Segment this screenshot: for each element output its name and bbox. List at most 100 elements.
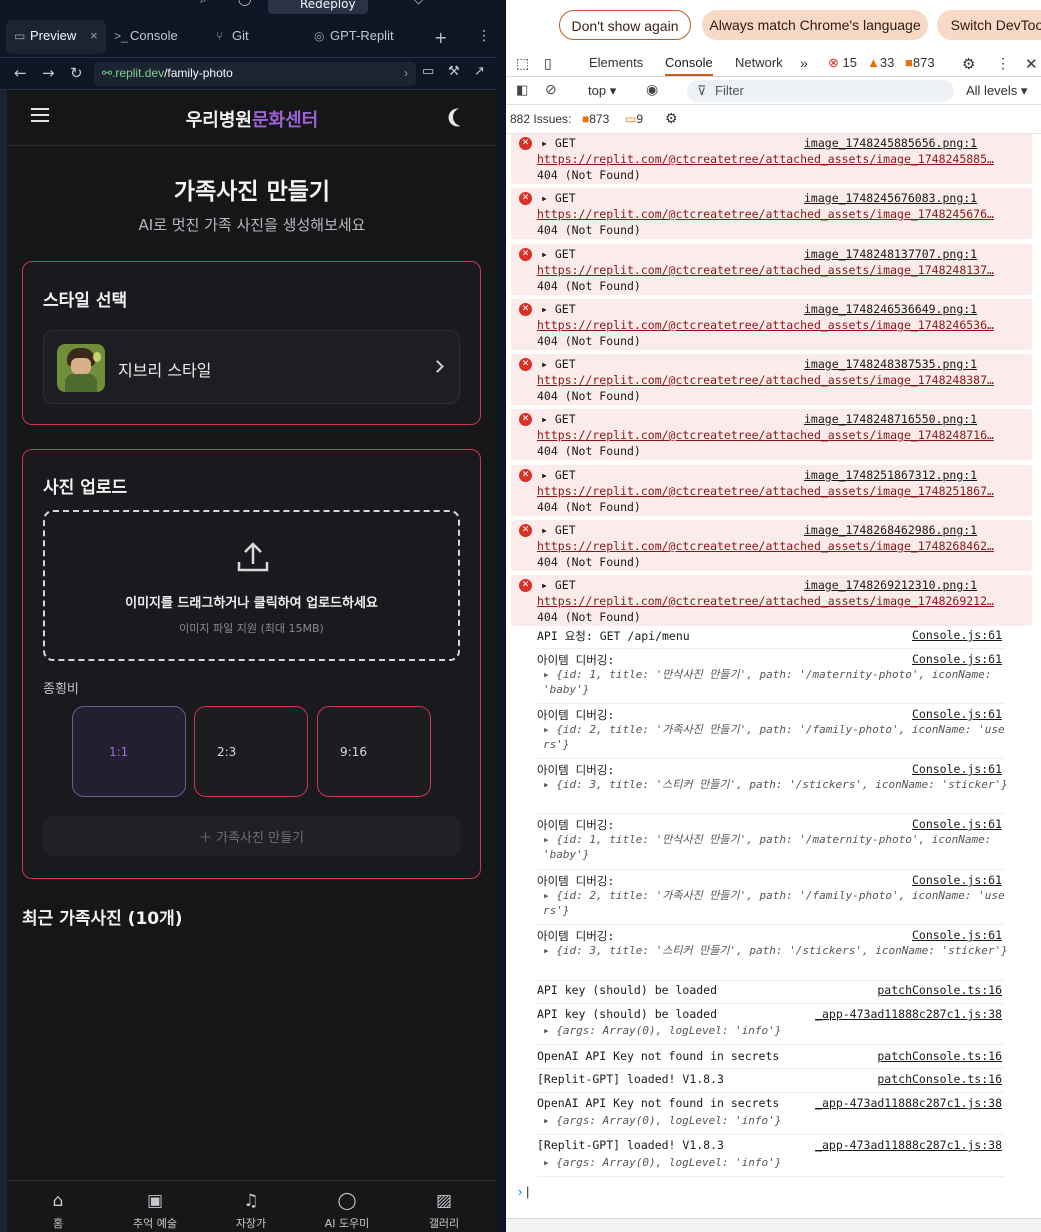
wrench-icon[interactable]: ⚒ bbox=[448, 64, 460, 79]
create-photo-button[interactable]: ＋ 가족사진 만들기 bbox=[43, 816, 460, 856]
log-object[interactable]: ▸ {args: Array(0), logLevel: 'info'} bbox=[543, 1155, 1011, 1170]
url-link[interactable]: https://replit.com/@ctcreatetree/attache… bbox=[537, 152, 1007, 166]
url-link[interactable]: https://replit.com/@ctcreatetree/attache… bbox=[537, 539, 1007, 553]
log-object[interactable]: ▸ {id: 2, title: '가족사진 만들기', path: '/fam… bbox=[543, 888, 1011, 918]
log-source[interactable]: Console.js:61 bbox=[912, 628, 1002, 642]
search-icon[interactable]: ⌕ bbox=[200, 0, 207, 7]
go-icon[interactable]: › bbox=[404, 66, 408, 80]
issues-count-b[interactable]: ▭9 bbox=[625, 112, 643, 126]
log-object[interactable]: ▸ {id: 3, title: '스티커 만들기', path: '/stic… bbox=[543, 943, 1011, 958]
get-toggle[interactable]: ▸ GET bbox=[541, 302, 576, 316]
log-object[interactable]: ▸ {id: 1, title: '만삭사진 만들기', path: '/mat… bbox=[543, 667, 1011, 697]
source-link[interactable]: image_1748248137707.png:1 bbox=[804, 247, 977, 261]
log-source[interactable]: _app-473ad11888c287c1.js:38 bbox=[815, 1007, 1002, 1021]
eye-icon[interactable]: ◉ bbox=[646, 81, 658, 98]
inspect-icon[interactable]: ⬚ bbox=[516, 55, 529, 72]
url-link[interactable]: https://replit.com/@ctcreatetree/attache… bbox=[537, 373, 1007, 387]
tab-preview[interactable]: ▭ Preview × bbox=[6, 20, 106, 54]
source-link[interactable]: image_1748245885656.png:1 bbox=[804, 136, 977, 150]
log-object[interactable]: ▸ {args: Array(0), logLevel: 'info'} bbox=[543, 1023, 1011, 1038]
source-link[interactable]: image_1748268462986.png:1 bbox=[804, 523, 977, 537]
get-toggle[interactable]: ▸ GET bbox=[541, 578, 576, 592]
log-object[interactable]: ▸ {id: 3, title: '스티커 만들기', path: '/stic… bbox=[543, 777, 1011, 792]
log-object[interactable]: ▸ {id: 2, title: '가족사진 만들기', path: '/fam… bbox=[543, 722, 1011, 752]
url-input[interactable]: ⚯.replit.dev/family-photo › bbox=[94, 62, 416, 86]
tab-elements[interactable]: Elements bbox=[589, 55, 643, 70]
external-link-icon[interactable]: ↗ bbox=[474, 64, 485, 79]
clear-console-icon[interactable]: ⊘ bbox=[545, 81, 557, 98]
get-toggle[interactable]: ▸ GET bbox=[541, 523, 576, 537]
issue-count[interactable]: ■873 bbox=[905, 55, 935, 70]
source-link[interactable]: image_1748245676083.png:1 bbox=[804, 191, 977, 205]
get-toggle[interactable]: ▸ GET bbox=[541, 191, 576, 205]
forward-icon[interactable]: → bbox=[42, 64, 55, 82]
console-prompt[interactable]: › | bbox=[518, 1184, 529, 1199]
tab-gpt-replit[interactable]: ◎ GPT-Replit bbox=[314, 20, 424, 54]
warning-count[interactable]: ▲33 bbox=[867, 55, 894, 70]
add-tab-icon[interactable]: + bbox=[434, 28, 447, 47]
back-icon[interactable]: ← bbox=[14, 64, 27, 82]
bell-icon[interactable]: ◇ bbox=[414, 0, 423, 6]
more-icon[interactable]: ⋮ bbox=[996, 55, 1010, 72]
log-source[interactable]: _app-473ad11888c287c1.js:38 bbox=[815, 1096, 1002, 1110]
nav-ai-assistant[interactable]: ◯ AI 도우미 bbox=[312, 1191, 382, 1231]
get-toggle[interactable]: ▸ GET bbox=[541, 468, 576, 482]
log-object[interactable]: ▸ {id: 1, title: '만삭사진 만들기', path: '/mat… bbox=[543, 832, 1011, 862]
nav-lullaby[interactable]: ♫ 자장가 bbox=[216, 1191, 286, 1231]
always-match-button[interactable]: Always match Chrome's language bbox=[702, 10, 928, 40]
nav-memory-art[interactable]: ▣ 추억 예술 bbox=[120, 1191, 190, 1231]
more-icon[interactable]: ⋮ bbox=[477, 28, 491, 44]
source-link[interactable]: image_1748248716550.png:1 bbox=[804, 412, 977, 426]
url-link[interactable]: https://replit.com/@ctcreatetree/attache… bbox=[537, 594, 1007, 608]
url-link[interactable]: https://replit.com/@ctcreatetree/attache… bbox=[537, 318, 1007, 332]
devices-icon[interactable]: ▭ bbox=[422, 64, 434, 79]
settings-icon[interactable]: ⚙ bbox=[962, 55, 975, 73]
user-icon[interactable]: ◯ bbox=[238, 0, 251, 6]
reload-icon[interactable]: ↻ bbox=[70, 64, 83, 82]
source-link[interactable]: image_1748248387535.png:1 bbox=[804, 357, 977, 371]
tab-console[interactable]: Console bbox=[665, 55, 713, 76]
upload-dropzone[interactable]: 이미지를 드래그하거나 클릭하여 업로드하세요 이미지 파일 지원 (최대 15… bbox=[43, 510, 460, 661]
panel-splitter[interactable] bbox=[497, 0, 506, 1232]
tab-console[interactable]: >_ Console bbox=[114, 20, 204, 54]
log-source[interactable]: Console.js:61 bbox=[912, 707, 1002, 721]
log-source[interactable]: Console.js:61 bbox=[912, 762, 1002, 776]
log-source[interactable]: Console.js:61 bbox=[912, 873, 1002, 887]
ratio-option-2-3[interactable]: 2:3 bbox=[194, 706, 308, 797]
nav-gallery[interactable]: ▨ 갤러리 bbox=[409, 1191, 479, 1231]
issues-count-a[interactable]: ■873 bbox=[582, 112, 609, 126]
log-source[interactable]: patchConsole.ts:16 bbox=[877, 1049, 1002, 1063]
log-source[interactable]: Console.js:61 bbox=[912, 928, 1002, 942]
source-link[interactable]: image_1748251867312.png:1 bbox=[804, 468, 977, 482]
url-link[interactable]: https://replit.com/@ctcreatetree/attache… bbox=[537, 263, 1007, 277]
log-source[interactable]: patchConsole.ts:16 bbox=[877, 1072, 1002, 1086]
error-count[interactable]: ⊗ 15 bbox=[828, 55, 857, 71]
nav-home[interactable]: ⌂ 홈 bbox=[23, 1191, 93, 1231]
url-link[interactable]: https://replit.com/@ctcreatetree/attache… bbox=[537, 207, 1007, 221]
get-toggle[interactable]: ▸ GET bbox=[541, 136, 576, 150]
switch-devtools-button[interactable]: Switch DevTools bbox=[937, 10, 1041, 40]
tab-git[interactable]: ⑂ Git bbox=[216, 20, 296, 54]
close-icon[interactable]: ✕ bbox=[1025, 55, 1038, 73]
log-source[interactable]: Console.js:61 bbox=[912, 652, 1002, 666]
url-link[interactable]: https://replit.com/@ctcreatetree/attache… bbox=[537, 428, 1007, 442]
get-toggle[interactable]: ▸ GET bbox=[541, 247, 576, 261]
context-selector[interactable]: top ▾ bbox=[588, 83, 616, 99]
sidebar-toggle-icon[interactable]: ◧ bbox=[516, 82, 528, 98]
style-selector[interactable]: 지브리 스타일 bbox=[43, 330, 460, 404]
url-link[interactable]: https://replit.com/@ctcreatetree/attache… bbox=[537, 484, 1007, 498]
device-toggle-icon[interactable]: ▯ bbox=[544, 55, 552, 72]
close-icon[interactable]: × bbox=[90, 28, 98, 43]
get-toggle[interactable]: ▸ GET bbox=[541, 357, 576, 371]
filter-input[interactable]: ⊽ Filter bbox=[687, 80, 954, 102]
tab-network[interactable]: Network bbox=[735, 55, 783, 70]
more-tabs-icon[interactable]: » bbox=[800, 55, 808, 71]
log-levels-dropdown[interactable]: All levels ▾ bbox=[966, 83, 1027, 99]
settings-icon[interactable]: ⚙ bbox=[665, 110, 678, 127]
ratio-option-9-16[interactable]: 9:16 bbox=[317, 706, 431, 797]
redeploy-button[interactable]: Redeploy bbox=[268, 0, 368, 14]
source-link[interactable]: image_1748246536649.png:1 bbox=[804, 302, 977, 316]
log-source[interactable]: _app-473ad11888c287c1.js:38 bbox=[815, 1138, 1002, 1152]
log-source[interactable]: patchConsole.ts:16 bbox=[877, 983, 1002, 997]
source-link[interactable]: image_1748269212310.png:1 bbox=[804, 578, 977, 592]
